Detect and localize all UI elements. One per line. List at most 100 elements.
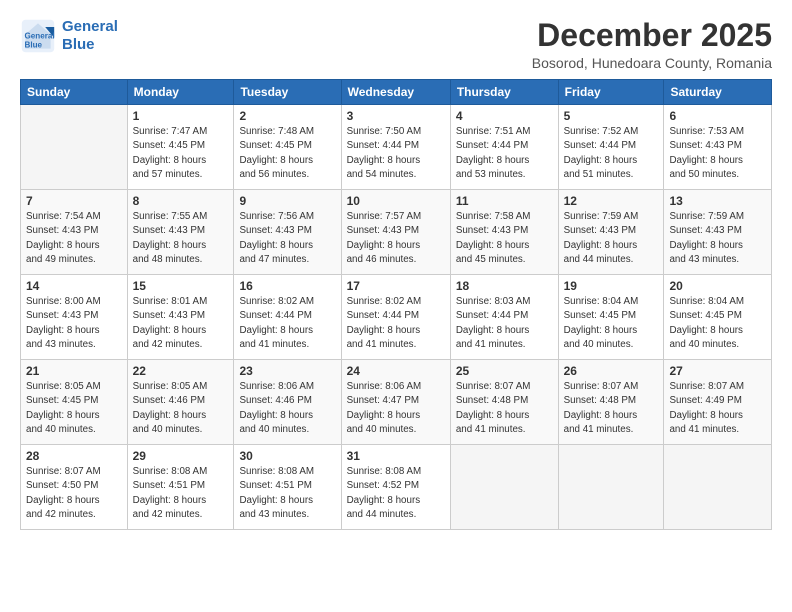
day-number: 4 <box>456 109 553 123</box>
day-info: Sunrise: 7:55 AM Sunset: 4:43 PM Dayligh… <box>133 210 229 267</box>
day-info: Sunrise: 8:06 AM Sunset: 4:47 PM Dayligh… <box>347 380 445 437</box>
day-info: Sunrise: 7:48 AM Sunset: 4:45 PM Dayligh… <box>239 125 335 182</box>
day-info: Sunrise: 7:52 AM Sunset: 4:44 PM Dayligh… <box>564 125 659 182</box>
day-number: 19 <box>564 279 659 293</box>
day-info: Sunrise: 8:06 AM Sunset: 4:46 PM Dayligh… <box>239 380 335 437</box>
day-info: Sunrise: 8:05 AM Sunset: 4:46 PM Dayligh… <box>133 380 229 437</box>
day-number: 24 <box>347 364 445 378</box>
calendar-cell: 11Sunrise: 7:58 AM Sunset: 4:43 PM Dayli… <box>450 190 558 275</box>
calendar-table: SundayMondayTuesdayWednesdayThursdayFrid… <box>20 79 772 530</box>
calendar-cell: 6 Sunrise: 7:53 AM Sunset: 4:43 PM Daylig… <box>664 105 772 190</box>
day-info: Sunrise: 8:08 AM Sunset: 4:51 PM Dayligh… <box>133 465 229 522</box>
calendar-cell: 29 Sunrise: 8:08 AM Sunset: 4:51 PM Dayli… <box>127 445 234 530</box>
calendar-cell: 23Sunrise: 8:06 AM Sunset: 4:46 PM Dayli… <box>234 360 341 445</box>
svg-text:General: General <box>25 32 55 41</box>
day-number: 30 <box>239 449 335 463</box>
calendar-cell: 3Sunrise: 7:50 AM Sunset: 4:44 PM Daylig… <box>341 105 450 190</box>
calendar-cell <box>664 445 772 530</box>
month-title: December 2025 <box>532 18 772 53</box>
calendar-cell: 18 Sunrise: 8:03 AM Sunset: 4:44 PM Dayli… <box>450 275 558 360</box>
calendar-cell: 21 Sunrise: 8:05 AM Sunset: 4:45 PM Dayli… <box>21 360 128 445</box>
calendar-cell: 30 Sunrise: 8:08 AM Sunset: 4:51 PM Dayli… <box>234 445 341 530</box>
calendar-cell: 22 Sunrise: 8:05 AM Sunset: 4:46 PM Dayli… <box>127 360 234 445</box>
weekday-header-tuesday: Tuesday <box>234 80 341 105</box>
calendar-cell: 31Sunrise: 8:08 AM Sunset: 4:52 PM Dayli… <box>341 445 450 530</box>
day-info: Sunrise: 8:07 AM Sunset: 4:48 PM Dayligh… <box>456 380 553 437</box>
day-number: 8 <box>133 194 229 208</box>
day-info: Sunrise: 8:02 AM Sunset: 4:44 PM Dayligh… <box>347 295 445 352</box>
svg-text:Blue: Blue <box>25 41 43 50</box>
weekday-header-sunday: Sunday <box>21 80 128 105</box>
calendar-cell: 25Sunrise: 8:07 AM Sunset: 4:48 PM Dayli… <box>450 360 558 445</box>
day-number: 26 <box>564 364 659 378</box>
day-number: 10 <box>347 194 445 208</box>
day-info: Sunrise: 8:02 AM Sunset: 4:44 PM Dayligh… <box>239 295 335 352</box>
calendar-cell: 1 Sunrise: 7:47 AM Sunset: 4:45 PM Daylig… <box>127 105 234 190</box>
day-number: 20 <box>669 279 766 293</box>
calendar-cell <box>450 445 558 530</box>
day-number: 28 <box>26 449 122 463</box>
calendar-week-row: 14 Sunrise: 8:00 AM Sunset: 4:43 PM Dayli… <box>21 275 772 360</box>
day-info: Sunrise: 7:51 AM Sunset: 4:44 PM Dayligh… <box>456 125 553 182</box>
calendar-cell: 16 Sunrise: 8:02 AM Sunset: 4:44 PM Dayli… <box>234 275 341 360</box>
calendar-page: General Blue General Blue December 2025 … <box>0 0 792 612</box>
calendar-cell: 8 Sunrise: 7:55 AM Sunset: 4:43 PM Daylig… <box>127 190 234 275</box>
calendar-week-row: 28 Sunrise: 8:07 AM Sunset: 4:50 PM Dayli… <box>21 445 772 530</box>
day-info: Sunrise: 8:04 AM Sunset: 4:45 PM Dayligh… <box>669 295 766 352</box>
day-number: 15 <box>133 279 229 293</box>
calendar-cell: 12Sunrise: 7:59 AM Sunset: 4:43 PM Dayli… <box>558 190 664 275</box>
calendar-cell: 5 Sunrise: 7:52 AM Sunset: 4:44 PM Daylig… <box>558 105 664 190</box>
day-number: 29 <box>133 449 229 463</box>
day-number: 27 <box>669 364 766 378</box>
location-subtitle: Bosorod, Hunedoara County, Romania <box>532 55 772 71</box>
day-info: Sunrise: 8:07 AM Sunset: 4:48 PM Dayligh… <box>564 380 659 437</box>
day-number: 6 <box>669 109 766 123</box>
weekday-header-monday: Monday <box>127 80 234 105</box>
day-number: 17 <box>347 279 445 293</box>
day-number: 31 <box>347 449 445 463</box>
day-number: 18 <box>456 279 553 293</box>
weekday-header-thursday: Thursday <box>450 80 558 105</box>
calendar-cell: 19Sunrise: 8:04 AM Sunset: 4:45 PM Dayli… <box>558 275 664 360</box>
calendar-week-row: 21 Sunrise: 8:05 AM Sunset: 4:45 PM Dayli… <box>21 360 772 445</box>
day-info: Sunrise: 7:59 AM Sunset: 4:43 PM Dayligh… <box>669 210 766 267</box>
calendar-cell: 2 Sunrise: 7:48 AM Sunset: 4:45 PM Daylig… <box>234 105 341 190</box>
day-number: 16 <box>239 279 335 293</box>
day-number: 9 <box>239 194 335 208</box>
day-info: Sunrise: 8:05 AM Sunset: 4:45 PM Dayligh… <box>26 380 122 437</box>
calendar-cell: 9Sunrise: 7:56 AM Sunset: 4:43 PM Daylig… <box>234 190 341 275</box>
calendar-cell: 26 Sunrise: 8:07 AM Sunset: 4:48 PM Dayli… <box>558 360 664 445</box>
day-info: Sunrise: 8:00 AM Sunset: 4:43 PM Dayligh… <box>26 295 122 352</box>
calendar-cell <box>21 105 128 190</box>
calendar-week-row: 1 Sunrise: 7:47 AM Sunset: 4:45 PM Daylig… <box>21 105 772 190</box>
calendar-cell: 14 Sunrise: 8:00 AM Sunset: 4:43 PM Dayli… <box>21 275 128 360</box>
day-info: Sunrise: 8:08 AM Sunset: 4:51 PM Dayligh… <box>239 465 335 522</box>
weekday-header-wednesday: Wednesday <box>341 80 450 105</box>
logo-icon: General Blue <box>20 18 56 54</box>
calendar-cell: 24 Sunrise: 8:06 AM Sunset: 4:47 PM Dayli… <box>341 360 450 445</box>
day-info: Sunrise: 7:53 AM Sunset: 4:43 PM Dayligh… <box>669 125 766 182</box>
weekday-header-friday: Friday <box>558 80 664 105</box>
day-number: 14 <box>26 279 122 293</box>
calendar-cell: 17 Sunrise: 8:02 AM Sunset: 4:44 PM Dayli… <box>341 275 450 360</box>
calendar-week-row: 7Sunrise: 7:54 AM Sunset: 4:43 PM Daylig… <box>21 190 772 275</box>
day-number: 1 <box>133 109 229 123</box>
day-info: Sunrise: 8:03 AM Sunset: 4:44 PM Dayligh… <box>456 295 553 352</box>
day-info: Sunrise: 7:54 AM Sunset: 4:43 PM Dayligh… <box>26 210 122 267</box>
day-number: 5 <box>564 109 659 123</box>
calendar-cell: 28 Sunrise: 8:07 AM Sunset: 4:50 PM Dayli… <box>21 445 128 530</box>
calendar-cell: 13Sunrise: 7:59 AM Sunset: 4:43 PM Dayli… <box>664 190 772 275</box>
calendar-cell: 15Sunrise: 8:01 AM Sunset: 4:43 PM Dayli… <box>127 275 234 360</box>
weekday-header-row: SundayMondayTuesdayWednesdayThursdayFrid… <box>21 80 772 105</box>
day-number: 22 <box>133 364 229 378</box>
calendar-cell: 7Sunrise: 7:54 AM Sunset: 4:43 PM Daylig… <box>21 190 128 275</box>
day-info: Sunrise: 7:58 AM Sunset: 4:43 PM Dayligh… <box>456 210 553 267</box>
day-info: Sunrise: 7:50 AM Sunset: 4:44 PM Dayligh… <box>347 125 445 182</box>
logo-text: General Blue <box>62 18 118 54</box>
day-info: Sunrise: 7:59 AM Sunset: 4:43 PM Dayligh… <box>564 210 659 267</box>
day-info: Sunrise: 7:57 AM Sunset: 4:43 PM Dayligh… <box>347 210 445 267</box>
day-info: Sunrise: 8:07 AM Sunset: 4:50 PM Dayligh… <box>26 465 122 522</box>
day-number: 2 <box>239 109 335 123</box>
day-number: 21 <box>26 364 122 378</box>
day-info: Sunrise: 7:47 AM Sunset: 4:45 PM Dayligh… <box>133 125 229 182</box>
